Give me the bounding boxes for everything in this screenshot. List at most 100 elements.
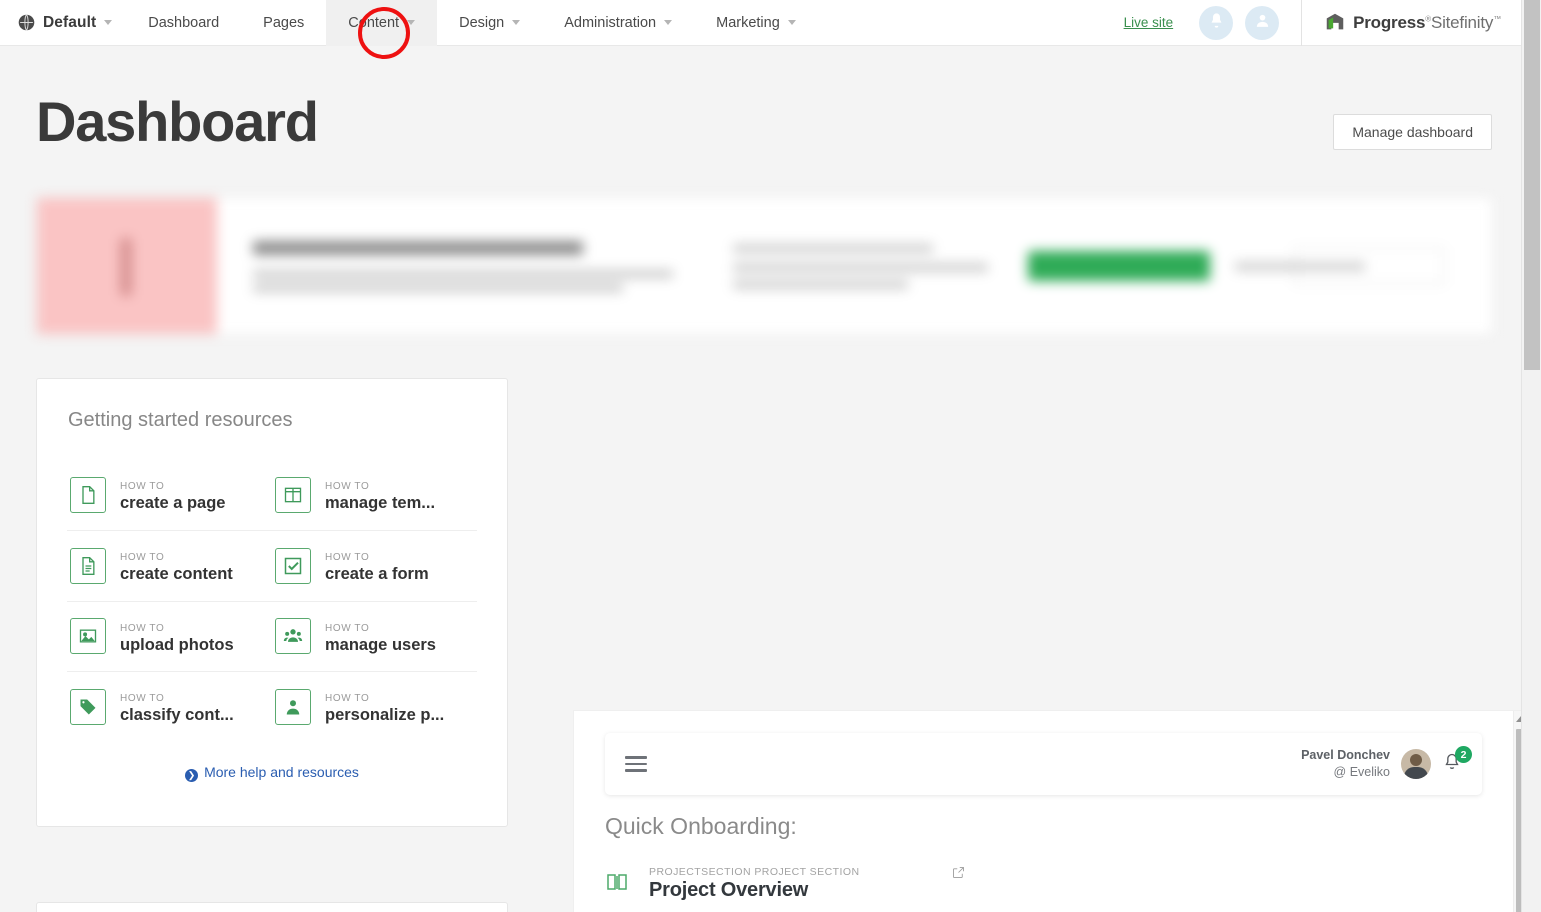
how-to-label: manage users <box>325 635 436 654</box>
main-menu: Dashboard Pages Content Design Administr… <box>126 0 818 46</box>
page-header: Dashboard Manage dashboard <box>0 46 1521 150</box>
onboarding-header: Pavel Donchev @ Eveliko 2 <box>605 733 1482 795</box>
user-handle: @ Eveliko <box>1333 765 1390 779</box>
brand-trademark: ™ <box>1493 13 1501 23</box>
how-to-kicker: HOW TO <box>120 481 165 492</box>
promo-banner-cta-button[interactable] <box>1028 251 1210 281</box>
how-to-kicker: HOW TO <box>120 693 165 705</box>
how-to-upload-photos[interactable]: HOW TO upload photos <box>67 602 272 673</box>
brand-sitefinity: Sitefinity <box>1430 12 1494 32</box>
how-to-text: HOW TO classify cont... <box>120 688 234 726</box>
nav-item-label: Pages <box>263 14 305 31</box>
how-to-kicker: HOW TO <box>325 622 370 634</box>
nav-item-label: Dashboard <box>148 14 220 31</box>
how-to-kicker: HOW TO <box>120 622 165 634</box>
promo-banner-text <box>253 240 693 292</box>
how-to-kicker: HOW TO <box>325 481 370 492</box>
nav-item-administration[interactable]: Administration <box>542 0 694 46</box>
onboarding-item-kicker: PROJECTSECTION PROJECT SECTION <box>649 866 860 878</box>
screen: Default Dashboard Pages Content Design A… <box>0 0 1541 912</box>
external-link-icon[interactable] <box>951 865 966 880</box>
nav-item-design[interactable]: Design <box>437 0 542 46</box>
nav-item-content[interactable]: Content <box>326 0 438 46</box>
page-scrollbar[interactable] <box>1521 0 1541 912</box>
bell-icon <box>1442 753 1462 777</box>
notification-badge: 2 <box>1455 746 1472 763</box>
how-to-manage-users[interactable]: HOW TO manage users <box>272 602 477 673</box>
bell-icon <box>1208 12 1225 34</box>
how-to-kicker: HOW TO <box>325 551 370 563</box>
arrow-right-icon: ❯ <box>185 769 199 783</box>
how-to-create-content[interactable]: HOW TO create content <box>67 531 272 602</box>
onboarding-notifications-button[interactable]: 2 <box>1442 746 1472 777</box>
page-body: Dashboard Manage dashboard Getting start… <box>0 46 1521 912</box>
how-to-label: create a form <box>325 564 429 583</box>
getting-started-title: Getting started resources <box>68 409 293 431</box>
getting-started-card: Getting started resources HOW TO create … <box>36 378 508 827</box>
how-to-kicker: HOW TO <box>120 551 165 563</box>
recycle-bin-card: Recycle Bin <box>36 902 508 912</box>
dashboard-cards: Getting started resources HOW TO create … <box>36 378 1521 912</box>
chevron-down-icon <box>787 20 796 25</box>
promo-banner-body <box>217 198 1492 334</box>
manage-dashboard-button[interactable]: Manage dashboard <box>1333 114 1492 150</box>
nav-item-label: Marketing <box>716 14 780 31</box>
chevron-down-icon <box>664 20 673 25</box>
product-logo: Progress®Sitefinity™ <box>1301 0 1521 46</box>
promo-banner-subtext <box>733 243 998 289</box>
users-icon <box>275 618 311 655</box>
page-title: Dashboard <box>36 90 319 153</box>
getting-started-grid: HOW TO create a page HOW TO manage tem..… <box>67 460 477 742</box>
onboarding-scrollbar[interactable] <box>1513 711 1521 912</box>
onboarding-user[interactable]: Pavel Donchev @ Eveliko 2 <box>1301 746 1472 781</box>
user-name: Pavel Donchev <box>1301 748 1390 763</box>
how-to-label: upload photos <box>120 635 234 654</box>
quick-onboarding-content: Pavel Donchev @ Eveliko 2 Quick Onboardi… <box>574 711 1513 912</box>
promo-banner[interactable] <box>36 197 1493 335</box>
progress-logo-mark <box>1324 11 1353 34</box>
account-button[interactable] <box>1245 5 1280 40</box>
content-icon <box>70 547 106 584</box>
top-navigation-bar: Default Dashboard Pages Content Design A… <box>0 0 1521 46</box>
hamburger-icon[interactable] <box>625 756 647 772</box>
how-to-personalize-pages[interactable]: HOW TO personalize p... <box>272 672 477 742</box>
onboarding-item-project-overview[interactable]: PROJECTSECTION PROJECT SECTION Project O… <box>605 859 1482 909</box>
how-to-label: manage tem... <box>325 494 436 512</box>
image-icon <box>70 618 106 655</box>
how-to-text: HOW TO create content <box>120 547 233 585</box>
live-site-link[interactable]: Live site <box>1124 15 1174 30</box>
user-icon <box>1254 12 1271 34</box>
more-help-link[interactable]: ❯ More help and resources <box>67 764 477 783</box>
promo-banner-input[interactable] <box>1235 248 1444 284</box>
onboarding-list: PROJECTSECTION PROJECT SECTION Project O… <box>605 859 1482 912</box>
how-to-manage-templates[interactable]: HOW TO manage tem... <box>272 460 477 531</box>
chevron-down-icon <box>104 20 113 25</box>
notifications-button[interactable] <box>1199 5 1234 40</box>
onboarding-user-text: Pavel Donchev @ Eveliko <box>1301 747 1390 781</box>
chevron-down-icon <box>512 20 521 25</box>
nav-item-marketing[interactable]: Marketing <box>694 0 818 46</box>
template-icon <box>275 476 311 513</box>
how-to-create-a-form[interactable]: HOW TO create a form <box>272 531 477 602</box>
nav-item-label: Administration <box>564 14 657 31</box>
how-to-text: HOW TO create a form <box>325 547 429 585</box>
globe-icon <box>18 14 35 31</box>
brand-progress: Progress <box>1353 12 1426 32</box>
onboarding-title: Quick Onboarding: <box>605 813 797 839</box>
chevron-down-icon <box>407 20 416 25</box>
page-scroll-thumb[interactable] <box>1524 0 1540 370</box>
nav-item-dashboard[interactable]: Dashboard <box>126 0 241 46</box>
how-to-classify-content[interactable]: HOW TO classify cont... <box>67 672 272 742</box>
site-switcher[interactable]: Default <box>0 0 126 46</box>
how-to-label: classify cont... <box>120 706 234 725</box>
how-to-label: create content <box>120 564 233 583</box>
how-to-create-a-page[interactable]: HOW TO create a page <box>67 460 272 531</box>
site-switcher-label: Default <box>43 13 97 31</box>
nav-item-pages[interactable]: Pages <box>241 0 326 46</box>
how-to-text: HOW TO upload photos <box>120 618 234 656</box>
how-to-text: HOW TO manage tem... <box>325 476 435 514</box>
page-icon <box>70 476 106 513</box>
book-icon <box>605 870 635 899</box>
onboarding-item-text: PROJECTSECTION PROJECT SECTION Project O… <box>649 866 1482 902</box>
how-to-kicker: HOW TO <box>325 693 370 705</box>
